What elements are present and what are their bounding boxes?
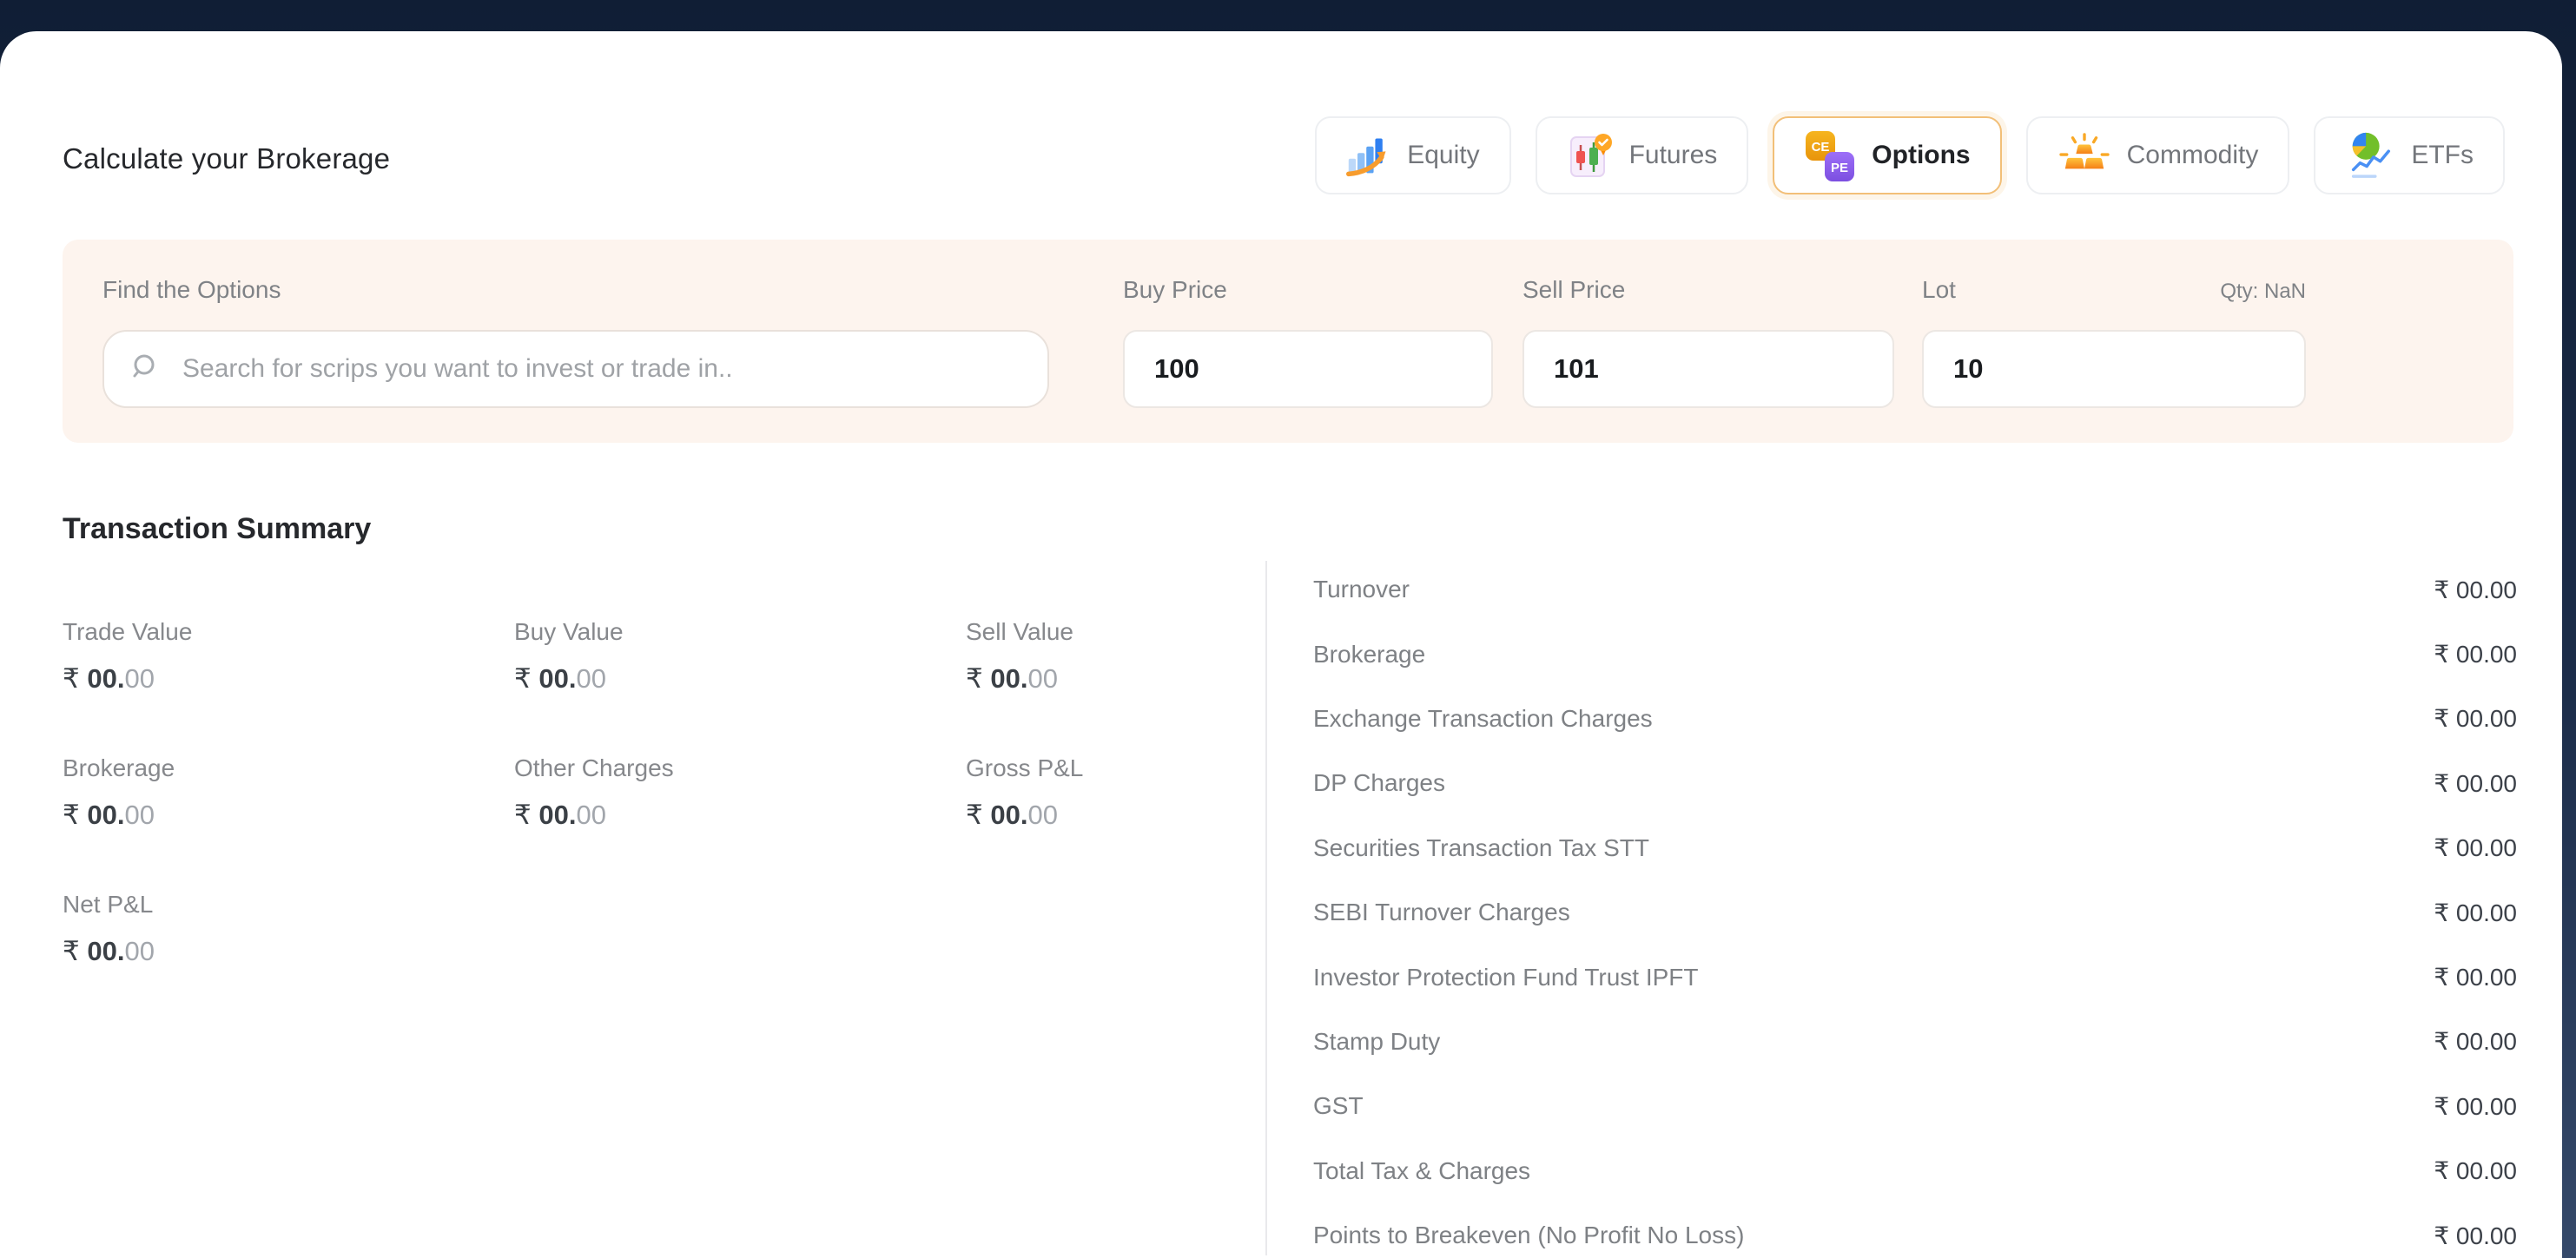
lot-input[interactable] [1924,332,2304,406]
tab-etfs[interactable]: ETFs [2314,116,2505,194]
buy-price-input[interactable] [1125,332,1491,406]
summary-card-value: ₹ 00.00 [514,663,966,695]
tab-commodity[interactable]: Commodity [2026,116,2290,194]
charge-row-turnover: Turnover ₹ 00.00 [1313,557,2517,622]
charge-row-points-to-breakeven: Points to Breakeven (No Profit No Loss) … [1313,1203,2517,1258]
charge-row-stt: Securities Transaction Tax STT ₹ 00.00 [1313,816,2517,880]
buy-price-label: Buy Price [1123,276,1227,304]
svg-text:CE: CE [1812,140,1830,155]
summary-card-label: Buy Value [514,618,966,646]
summary-cards-grid: Trade Value ₹ 00.00 Buy Value ₹ 00.00 Se… [63,618,1331,1027]
summary-card-brokerage: Brokerage ₹ 00.00 [63,754,514,891]
scrip-search-input[interactable] [182,354,1023,384]
summary-card-gross-pl: Gross P&L ₹ 00.00 [966,754,1331,891]
summary-card-trade-value: Trade Value ₹ 00.00 [63,618,514,754]
summary-card-value: ₹ 00.00 [966,800,1331,831]
summary-card-value: ₹ 00.00 [63,936,514,967]
charge-row-gst: GST ₹ 00.00 [1313,1074,2517,1138]
charge-row-stamp-duty: Stamp Duty ₹ 00.00 [1313,1010,2517,1074]
find-options-label: Find the Options [102,276,281,304]
tab-equity[interactable]: Equity [1315,116,1510,194]
tab-options[interactable]: CE PE Options [1773,116,2001,194]
tab-label: Equity [1407,141,1479,170]
etf-pie-chart-icon [2345,130,2395,181]
charge-row-brokerage: Brokerage ₹ 00.00 [1313,622,2517,686]
vertical-divider [1265,561,1267,1255]
summary-card-label: Net P&L [63,891,514,919]
tab-label: Commodity [2127,141,2259,170]
buy-price-field [1123,330,1493,408]
charge-row-sebi-turnover-charges: SEBI Turnover Charges ₹ 00.00 [1313,880,2517,945]
summary-card-value: ₹ 00.00 [966,663,1331,695]
options-ce-pe-icon: CE PE [1804,128,1856,182]
sell-price-field [1522,330,1894,408]
summary-card-label: Gross P&L [966,754,1331,782]
segment-tabs: Equity Futures [1315,116,2505,194]
commodity-gold-icon [2057,132,2111,179]
equity-bars-icon [1346,133,1391,178]
charge-row-ipft: Investor Protection Fund Trust IPFT ₹ 00… [1313,945,2517,1009]
summary-card-value: ₹ 00.00 [63,663,514,695]
transaction-summary-heading: Transaction Summary [63,512,371,546]
page-title: Calculate your Brokerage [63,142,390,175]
brokerage-calculator-page: Calculate your Brokerage Equity [0,0,2576,1258]
tab-label: ETFs [2411,141,2474,170]
tab-label: Futures [1629,141,1718,170]
summary-card-value: ₹ 00.00 [63,800,514,831]
tab-label: Options [1872,141,1970,170]
summary-card-net-pl: Net P&L ₹ 00.00 [63,891,514,1027]
summary-card-label: Trade Value [63,618,514,646]
charges-list: Turnover ₹ 00.00 Brokerage ₹ 00.00 Excha… [1313,557,2517,1258]
trade-input-panel: Find the Options Buy Price Sell Price Lo… [63,240,2513,443]
charge-row-total-tax-charges: Total Tax & Charges ₹ 00.00 [1313,1139,2517,1203]
sell-price-input[interactable] [1524,332,1892,406]
summary-card-other-charges: Other Charges ₹ 00.00 [514,754,966,891]
summary-card-buy-value: Buy Value ₹ 00.00 [514,618,966,754]
content-card: Calculate your Brokerage Equity [0,31,2562,1258]
search-icon [129,350,163,389]
summary-card-label: Other Charges [514,754,966,782]
tab-futures[interactable]: Futures [1536,116,1749,194]
sell-price-label: Sell Price [1522,276,1625,304]
charge-row-exchange-transaction-charges: Exchange Transaction Charges ₹ 00.00 [1313,687,2517,751]
charge-row-dp-charges: DP Charges ₹ 00.00 [1313,751,2517,815]
scrip-search-box[interactable] [102,330,1049,408]
svg-text:PE: PE [1831,161,1848,175]
summary-card-sell-value: Sell Value ₹ 00.00 [966,618,1331,754]
summary-card-label: Brokerage [63,754,514,782]
summary-card-value: ₹ 00.00 [514,800,966,831]
qty-nan-label: Qty: NaN [1922,280,2306,304]
futures-candles-icon [1567,131,1614,180]
lot-field [1922,330,2306,408]
summary-card-label: Sell Value [966,618,1331,646]
